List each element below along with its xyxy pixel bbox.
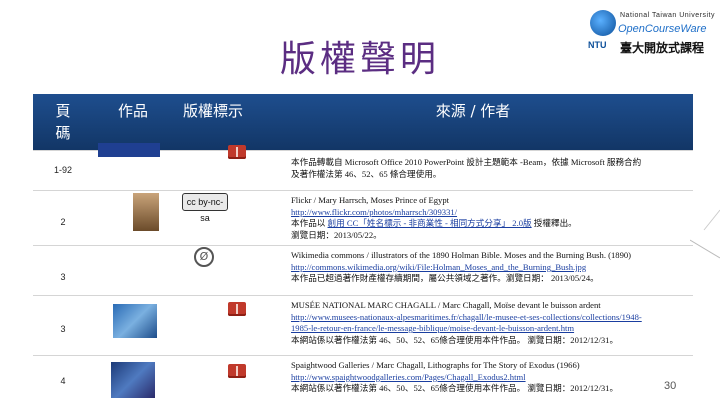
row-source: 本作品轉載自 Microsoft Office 2010 PowerPoint …: [291, 157, 642, 179]
header-license: 版權標示: [182, 102, 243, 120]
work-thumbnail: [113, 304, 157, 338]
row-page: 4: [60, 376, 66, 386]
row-source: Spaightwood Galleries / Marc Chagall, Li…: [291, 360, 720, 395]
header-work: 作品: [117, 102, 148, 120]
source-link[interactable]: http://commons.wikimedia.org/wiki/File:H…: [291, 262, 720, 274]
source-link[interactable]: 1985-le-retour-en-france/le-message-bibl…: [291, 323, 720, 335]
logo-ntu-text: NTU: [588, 40, 607, 50]
decorative-line: [690, 209, 720, 259]
source-link[interactable]: http://www.musees-nationaux-alpesmaritim…: [291, 312, 720, 324]
header-page: 頁碼: [55, 102, 71, 142]
logo-chinese-text: 臺大開放式課程: [620, 41, 705, 55]
source-link[interactable]: http://www.spaightwoodgalleries.com/Page…: [291, 372, 720, 384]
table-row: 3 MUSÉE NATIONAL MARC CHAGALL / Marc Cha…: [33, 295, 693, 356]
page-number: 30: [664, 380, 677, 392]
row-source: MUSÉE NATIONAL MARC CHAGALL / Marc Chaga…: [291, 300, 720, 346]
logo-org-text: National Taiwan University: [620, 12, 715, 19]
row-page: 3: [60, 324, 66, 334]
work-thumbnail: [111, 362, 155, 398]
logo-ocw-text: OpenCourseWare: [618, 23, 707, 35]
table-row: 2 Flickr / Mary Harrsch, Moses Prince of…: [33, 190, 693, 246]
work-thumbnail: [133, 193, 159, 231]
ntu-ocw-logo: NTU National Taiwan University OpenCours…: [570, 4, 720, 64]
work-thumbnail: [98, 143, 160, 157]
globe-icon: [590, 10, 616, 36]
book-icon: [228, 302, 246, 316]
header-source: 來源 / 作者: [435, 102, 511, 120]
table-row: 4 Spaightwood Galleries / Marc Chagall, …: [33, 355, 693, 406]
source-link[interactable]: http://www.flickr.com/photos/mharrsch/30…: [291, 207, 720, 219]
row-page: 2: [60, 217, 66, 227]
row-page: 1-92: [53, 165, 72, 175]
table-row: 3 Wikimedia commons / illustrators of th…: [33, 245, 693, 296]
public-domain-icon: Ø: [194, 247, 214, 267]
license-link[interactable]: 創用 CC「姓名標示 - 非商業性 - 相同方式分享」 2.0版: [328, 218, 532, 228]
book-icon: [228, 145, 246, 159]
row-source: Flickr / Mary Harrsch, Moses Prince of E…: [291, 195, 720, 241]
table-row: 1-92 本作品轉載自 Microsoft Office 2010 PowerP…: [33, 143, 693, 191]
table-header: 頁碼 作品 版權標示 來源 / 作者: [33, 94, 693, 150]
creative-commons-icon: cc by-nc-sa: [182, 193, 228, 223]
book-icon: [228, 364, 246, 378]
row-page: 3: [60, 272, 66, 282]
row-source: Wikimedia commons / illustrators of the …: [291, 250, 720, 285]
